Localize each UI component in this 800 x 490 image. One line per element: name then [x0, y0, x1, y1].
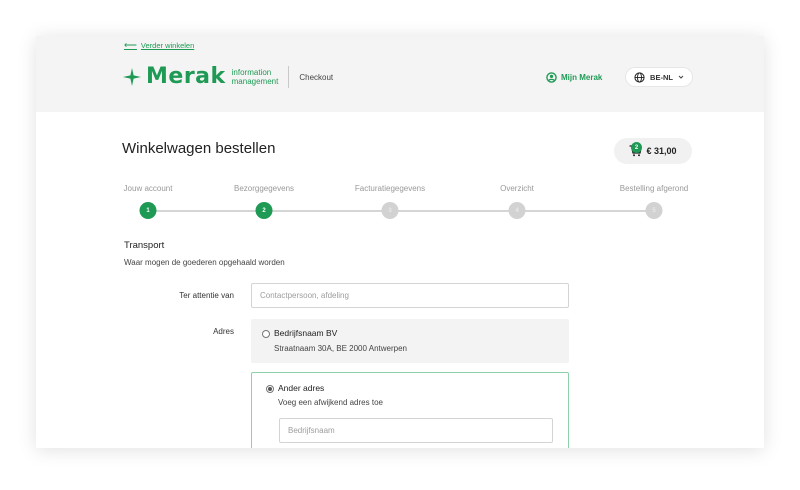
step-dot-1[interactable]: 1 [139, 202, 157, 219]
merak-logo[interactable]: Merak information management Checkout [122, 66, 333, 88]
saved-address-line: Straatnaam 30A, BE 2000 Antwerpen [274, 344, 407, 353]
chevron-down-icon [678, 75, 684, 79]
arrow-left-icon: ⟵ [124, 40, 137, 50]
step-label-3: Facturatiegegevens [354, 184, 426, 193]
step-number-1: 1 [146, 207, 150, 214]
continue-shopping-label: Verder winkelen [140, 41, 195, 50]
logo-tagline-line2: management [231, 77, 279, 86]
step-dot-4: 4 [508, 202, 526, 219]
step-label-2: Bezorggegevens [233, 184, 295, 193]
step-label-4: Overzicht [500, 184, 534, 193]
company-name-input[interactable] [279, 418, 553, 443]
logo-wordmark: Merak [146, 64, 226, 89]
user-circle-icon [546, 72, 557, 83]
checkout-progress: Jouw account Bezorggegevens Facturatiege… [36, 184, 764, 224]
site-header: ⟵ Verder winkelen Merak information mana… [36, 36, 764, 112]
saved-address-radio[interactable] [262, 330, 270, 338]
step-number-2: 2 [262, 207, 266, 214]
logo-tagline: information management [232, 68, 279, 86]
continue-shopping-link[interactable]: ⟵ Verder winkelen [124, 40, 194, 51]
cart-count-badge: 2 [631, 142, 642, 153]
step-dot-2[interactable]: 2 [255, 202, 273, 219]
page-title: Winkelwagen bestellen [122, 140, 276, 157]
transport-heading: Transport [124, 240, 165, 251]
step-number-5: 5 [652, 207, 656, 214]
cart-summary-button[interactable]: 2 € 31,00 [614, 138, 692, 164]
step-label-5: Bestelling afgerond [619, 184, 689, 193]
header-divider [288, 66, 290, 88]
saved-address-name: Bedrijfsnaam BV [274, 328, 338, 338]
other-address-description: Voeg een afwijkend adres toe [278, 398, 383, 407]
step-dot-5: 5 [645, 202, 663, 219]
attention-input[interactable] [251, 283, 569, 308]
other-address-title: Ander adres [278, 383, 325, 393]
my-account-link[interactable]: Mijn Merak [546, 72, 602, 83]
my-account-label: Mijn Merak [561, 73, 603, 82]
step-dot-3: 3 [381, 202, 399, 219]
attention-label: Ter attentie van [179, 291, 234, 300]
transport-description: Waar mogen de goederen opgehaald worden [124, 258, 285, 267]
merak-star-icon [122, 67, 142, 87]
address-label: Adres [213, 327, 234, 336]
checkout-window: ⟵ Verder winkelen Merak information mana… [36, 36, 764, 448]
logo-tagline-line1: information [231, 68, 272, 77]
progress-line [148, 210, 654, 212]
cart-total: € 31,00 [646, 146, 677, 156]
step-number-4: 4 [515, 207, 519, 214]
checkout-label: Checkout [299, 72, 334, 82]
saved-address-option[interactable] [251, 319, 569, 363]
globe-icon [634, 71, 645, 83]
other-address-radio[interactable] [266, 385, 274, 393]
language-selector[interactable]: BE-NL [626, 68, 692, 86]
language-value: BE-NL [650, 72, 673, 82]
step-label-1: Jouw account [123, 184, 173, 193]
step-number-3: 3 [388, 207, 392, 214]
